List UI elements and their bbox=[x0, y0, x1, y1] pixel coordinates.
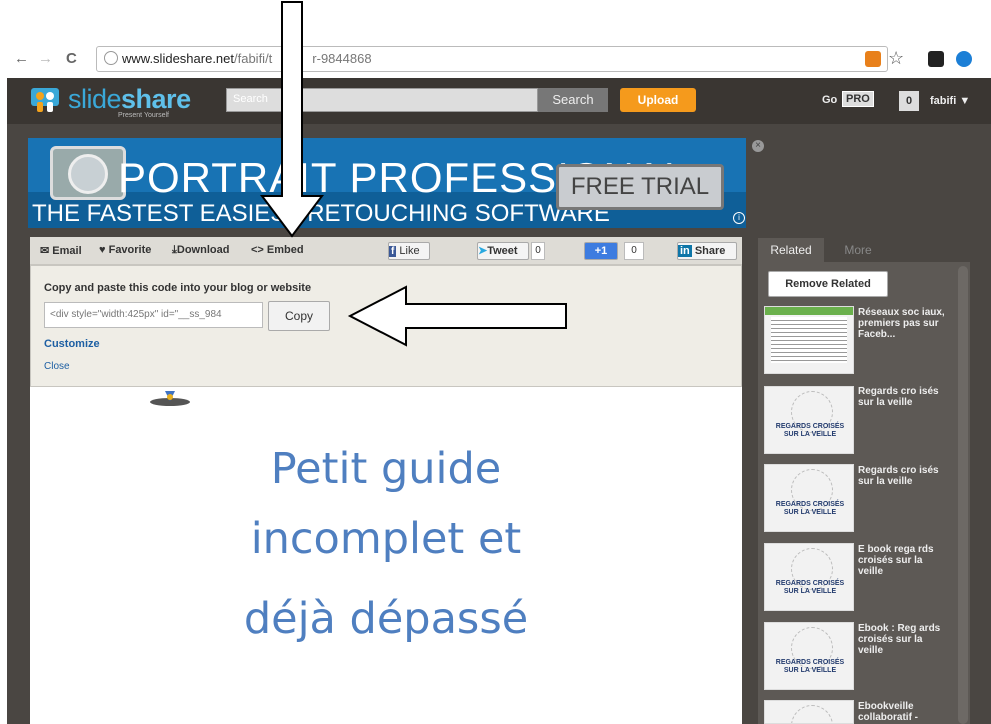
heart-icon: ♥ bbox=[99, 244, 106, 256]
close-embed-link[interactable]: Close bbox=[44, 361, 70, 372]
thumb-caption-line-1: REGARDS CROISÉS bbox=[775, 423, 845, 430]
linkedin-share-button[interactable]: in Share bbox=[677, 242, 737, 260]
tagline: Present Yourself bbox=[118, 112, 169, 119]
related-thumbnail[interactable]: REGARDS CROISÉS SUR LA VEILLE bbox=[764, 464, 854, 532]
embed-instructions: Copy and paste this code into your blog … bbox=[44, 282, 312, 294]
favorite-label: Favorite bbox=[108, 244, 152, 256]
go-pro-link[interactable]: Go bbox=[822, 94, 837, 106]
slide-line-1: Petit guide bbox=[270, 444, 502, 494]
thumb-caption-line-2: SUR LA VEILLE bbox=[783, 509, 837, 516]
related-thumbnail[interactable] bbox=[764, 306, 854, 374]
related-thumbnail[interactable]: REGARDS CROISÉS SUR LA VEILLE bbox=[764, 543, 854, 611]
facebook-like-button[interactable]: f Like bbox=[388, 242, 430, 260]
email-label: Email bbox=[52, 245, 82, 257]
notification-count[interactable]: 0 bbox=[899, 91, 919, 111]
customize-link[interactable]: Customize bbox=[44, 338, 100, 350]
back-icon[interactable]: ← bbox=[14, 50, 29, 67]
code-icon: <> bbox=[251, 244, 264, 256]
wordmark-slide: slide bbox=[68, 84, 122, 114]
thumb-caption-line-1: REGARDS CROISÉS bbox=[775, 580, 845, 587]
thumb-caption: REGARDS CROISÉS SUR LA VEILLE bbox=[775, 659, 845, 675]
related-title[interactable]: Ebookveille collaboratif - bbox=[858, 701, 950, 723]
related-title[interactable]: Réseaux soc iaux, premiers pas sur Faceb… bbox=[858, 307, 950, 340]
thumb-caption-line-2: SUR LA VEILLE bbox=[783, 667, 837, 674]
ad-subtitle: THE FASTEST EASIEST RETOUCHING SOFTWARE bbox=[32, 200, 610, 227]
related-title[interactable]: Ebook : Reg ards croisés sur la veille bbox=[858, 623, 950, 656]
thumb-caption-line-2: SUR LA VEILLE bbox=[783, 588, 837, 595]
related-scrollbar[interactable] bbox=[958, 266, 968, 724]
url-tail: r-9844868 bbox=[312, 51, 372, 66]
thumb-header-bar bbox=[765, 307, 853, 315]
extension-icon[interactable] bbox=[928, 51, 944, 67]
thumb-caption-line-1: REGARDS CROISÉS bbox=[775, 659, 845, 666]
embed-action[interactable]: <> Embed bbox=[251, 244, 304, 256]
pro-badge[interactable]: PRO bbox=[842, 91, 874, 107]
copy-button[interactable]: Copy bbox=[268, 301, 330, 331]
slideshare-logo-icon[interactable] bbox=[30, 84, 60, 114]
like-label: Like bbox=[399, 245, 420, 257]
related-title[interactable]: Regards cro isés sur la veille bbox=[858, 386, 950, 408]
thumb-caption: REGARDS CROISÉS SUR LA VEILLE bbox=[775, 501, 845, 517]
ad-banner[interactable]: PORTRAIT PROFESSIONAL THE FASTEST EASIES… bbox=[28, 138, 746, 228]
download-action[interactable]: ⤓Download bbox=[172, 244, 229, 257]
slide-line-3: déjà dépassé bbox=[243, 594, 529, 644]
free-trial-button[interactable]: FREE TRIAL bbox=[556, 164, 724, 210]
tab-related[interactable]: Related bbox=[758, 238, 824, 262]
url-text[interactable]: www.slideshare.net/fabifi/t r-9844868 bbox=[122, 51, 372, 66]
rss-icon[interactable] bbox=[865, 51, 881, 67]
reload-icon[interactable]: C bbox=[66, 50, 77, 67]
camera-lens-icon bbox=[68, 154, 108, 194]
twitter-icon: ➤ bbox=[478, 245, 488, 257]
wordmark-share: share bbox=[121, 84, 191, 114]
extension-blue-icon[interactable] bbox=[956, 51, 972, 67]
related-thumbnail[interactable]: REGARDS CROISÉS SUR LA VEILLE bbox=[764, 622, 854, 690]
tweet-button[interactable]: ➤Tweet bbox=[477, 242, 529, 260]
thumb-caption: REGARDS CROISÉS SUR LA VEILLE bbox=[775, 423, 845, 439]
embed-code-field[interactable]: <div style="width:425px" id="__ss_984 bbox=[44, 302, 263, 328]
remove-related-button[interactable]: Remove Related bbox=[768, 271, 888, 297]
related-thumbnail[interactable] bbox=[764, 700, 854, 724]
thumb-caption-line-2: SUR LA VEILLE bbox=[783, 431, 837, 438]
ad-close-icon[interactable]: × bbox=[752, 140, 764, 152]
email-action[interactable]: ✉ Email bbox=[40, 244, 82, 257]
linkedin-icon: in bbox=[678, 245, 692, 257]
google-plusone-button[interactable]: +1 bbox=[584, 242, 618, 260]
slide-decoration-icon bbox=[150, 391, 190, 406]
ad-info-icon[interactable]: i bbox=[733, 212, 745, 224]
tweet-label: Tweet bbox=[487, 245, 518, 257]
search-input[interactable]: Search bbox=[226, 88, 538, 112]
envelope-icon: ✉ bbox=[40, 245, 50, 257]
related-title[interactable]: Regards cro isés sur la veille bbox=[858, 465, 950, 487]
download-label: Download bbox=[176, 244, 230, 256]
facebook-icon: f bbox=[389, 246, 397, 257]
share-label: Share bbox=[694, 245, 726, 257]
tab-more[interactable]: More bbox=[828, 238, 888, 262]
slideshare-wordmark[interactable]: slideshare bbox=[68, 84, 191, 115]
thumb-caption-line-1: REGARDS CROISÉS bbox=[775, 501, 845, 508]
upload-button[interactable]: Upload bbox=[620, 88, 696, 112]
thumb-caption: REGARDS CROISÉS SUR LA VEILLE bbox=[775, 580, 845, 596]
url-host: www.slideshare.net bbox=[122, 51, 234, 66]
related-thumbnail[interactable]: REGARDS CROISÉS SUR LA VEILLE bbox=[764, 386, 854, 454]
slide-line-2: incomplet et bbox=[250, 514, 522, 564]
related-title[interactable]: E book rega rds croisés sur la veille bbox=[858, 544, 950, 577]
tweet-count: 0 bbox=[531, 242, 545, 260]
plusone-count: 0 bbox=[624, 242, 644, 260]
search-button[interactable]: Search bbox=[538, 88, 608, 112]
forward-icon[interactable]: → bbox=[38, 50, 53, 67]
user-menu[interactable]: fabifi ▼ bbox=[930, 95, 970, 107]
url-path: /fabifi/t bbox=[234, 51, 273, 66]
favorite-action[interactable]: ♥ Favorite bbox=[99, 244, 151, 256]
thumb-document-lines bbox=[771, 317, 847, 363]
embed-label: Embed bbox=[266, 244, 304, 256]
bookmark-star-icon[interactable]: ☆ bbox=[888, 48, 904, 69]
page-info-icon[interactable] bbox=[104, 51, 118, 65]
thumb-circle bbox=[791, 705, 833, 723]
